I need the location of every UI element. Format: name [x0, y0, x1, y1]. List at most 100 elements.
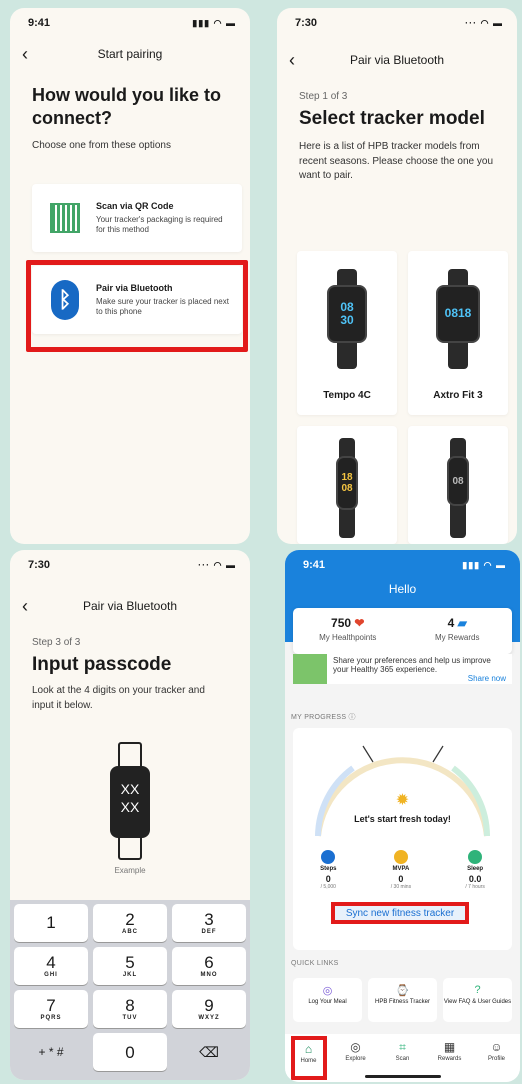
steps-icon [321, 850, 336, 864]
watch-digits-bottom: XX [120, 799, 140, 816]
points-card: 750 ❤ My Healthpoints 4 ▰ My Rewards [293, 608, 512, 654]
select-tracker-screen: 7:30 ··· ◠ ▬ ‹ Pair via Bluetooth Step 1… [277, 8, 517, 544]
key-7[interactable]: 7 PQRS [14, 990, 88, 1028]
nav-title: Pair via Bluetooth [349, 53, 445, 67]
key-4[interactable]: 4 GHI [14, 947, 88, 985]
stat-sleep[interactable]: Sleep 0.0 / 7 hours [465, 850, 485, 890]
page-heading: Input passcode [32, 653, 172, 675]
key-0[interactable]: 0 [93, 1033, 167, 1071]
key-2[interactable]: 2 ABC [93, 904, 167, 942]
nav-bar: ‹ Pair via Bluetooth [10, 590, 250, 622]
rewards[interactable]: 4 ▰ My Rewards [403, 608, 513, 654]
gift-icon: ▦ [443, 1040, 456, 1054]
home-icon: ⌂ [304, 1042, 313, 1056]
key-3[interactable]: 3 DEF [172, 904, 246, 942]
page-heading: Select tracker model [299, 107, 485, 129]
quick-link-fitness-tracker[interactable]: ⌚ HPB Fitness Tracker [368, 978, 437, 1022]
quick-links: ◎ Log Your Meal ⌚ HPB Fitness Tracker ? … [293, 978, 512, 1022]
rewards-value: 4 [447, 616, 455, 630]
watch-image: 18 08 [336, 456, 358, 510]
progress-section-label: MY PROGRESS ⓘ [291, 714, 356, 721]
ticket-icon: ▰ [457, 616, 467, 630]
back-icon[interactable]: ‹ [289, 50, 295, 71]
healthpoints-label: My Healthpoints [319, 633, 377, 642]
option-desc: Your tracker's packaging is required for… [96, 214, 223, 234]
progress-stats: Steps 0 / 5,000 MVPA 0 / 30 mins Sleep 0… [293, 850, 512, 890]
quick-links-label: QUICK LINKS [291, 960, 339, 967]
heart-icon: ❤ [354, 616, 365, 630]
status-icons: ··· ◠ ▬ [198, 559, 236, 570]
tab-home[interactable]: ⌂ Home [290, 1036, 327, 1080]
nav-title: Pair via Bluetooth [82, 599, 178, 613]
back-icon[interactable]: ‹ [22, 596, 28, 617]
watch-image: 08 [447, 456, 469, 506]
start-pairing-screen: 9:41 ▮▮▮ ◠ ▬ ‹ Start pairing How would y… [10, 8, 250, 544]
step-label: Step 3 of 3 [32, 637, 81, 648]
key-8[interactable]: 8 TUV [93, 990, 167, 1028]
sync-tracker-button[interactable]: Sync new fitness tracker [331, 902, 469, 924]
tracker-card-tempo-4c[interactable]: 08 30 Tempo 4C [297, 251, 397, 415]
key-1[interactable]: 1 [14, 904, 88, 942]
option-title: Pair via Bluetooth [96, 282, 173, 293]
progress-message: Let's start fresh today! [354, 814, 451, 824]
page-desc: Look at the 4 digits on your tracker and… [32, 685, 205, 711]
backspace-icon: ⌫ [199, 1044, 219, 1060]
quick-link-faq[interactable]: ? View FAQ & User Guides [443, 978, 512, 1022]
watch-digits-top: XX [120, 781, 140, 797]
input-passcode-screen: 7:30 ··· ◠ ▬ ‹ Pair via Bluetooth Step 3… [10, 550, 250, 1080]
watch-icon: ⌚ [395, 985, 410, 997]
tracker-card-axtro-fit-3[interactable]: 0818 Axtro Fit 3 [408, 251, 508, 415]
banner-image [293, 654, 327, 684]
stat-steps[interactable]: Steps 0 / 5,000 [320, 850, 336, 890]
example-watch: XX XX [110, 742, 150, 860]
back-icon[interactable]: ‹ [22, 44, 28, 65]
watch-image: 0818 [436, 285, 480, 343]
option-desc: Make sure your tracker is placed next to… [96, 296, 229, 316]
feedback-banner[interactable]: Share your preferences and help us impro… [293, 654, 512, 684]
status-icons: ▮▮▮ ◠ ▬ [462, 559, 506, 570]
status-icons: ▮▮▮ ◠ ▬ [192, 17, 236, 28]
status-bar: 7:30 ··· ◠ ▬ [277, 8, 517, 38]
status-time: 9:41 [303, 559, 326, 571]
page-heading: How would you like to connect? [32, 85, 221, 128]
key-9[interactable]: 9 WXYZ [172, 990, 246, 1028]
help-icon: ? [474, 984, 481, 996]
profile-icon: ☺ [490, 1040, 503, 1054]
stat-mvpa[interactable]: MVPA 0 / 30 mins [391, 850, 411, 890]
banner-text: Share your preferences and help us impro… [333, 655, 491, 674]
tracker-name: Tempo 4C [323, 390, 371, 401]
nav-bar: ‹ Start pairing [10, 38, 250, 70]
status-bar: 9:41 ▮▮▮ ◠ ▬ [10, 8, 250, 38]
sun-icon: ✹ [395, 792, 410, 809]
step-label: Step 1 of 3 [299, 91, 348, 102]
status-icons: ··· ◠ ▬ [465, 17, 503, 28]
page-desc: Here is a list of HPB tracker models fro… [299, 141, 494, 182]
mvpa-icon [393, 850, 408, 864]
tab-profile[interactable]: ☺ Profile [479, 1040, 515, 1082]
sleep-icon [468, 850, 483, 864]
status-time: 9:41 [28, 17, 51, 29]
status-bar: 7:30 ··· ◠ ▬ [10, 550, 250, 580]
nav-title: Start pairing [97, 47, 163, 61]
nav-bar: ‹ Pair via Bluetooth [277, 44, 517, 76]
healthpoints[interactable]: 750 ❤ My Healthpoints [293, 608, 403, 654]
status-bar: 9:41 ▮▮▮ ◠ ▬ [285, 550, 520, 580]
share-now-link[interactable]: Share now [333, 674, 506, 683]
pair-bluetooth-option[interactable]: ᛒ Pair via Bluetooth Make sure your trac… [32, 266, 242, 334]
tracker-card-3[interactable]: 18 08 [297, 426, 397, 544]
qr-code-icon [50, 199, 80, 237]
example-label: Example [114, 866, 146, 875]
quick-link-log-meal[interactable]: ◎ Log Your Meal [293, 978, 362, 1022]
scan-qr-option[interactable]: Scan via QR Code Your tracker's packagin… [32, 184, 242, 252]
home-screen: 9:41 ▮▮▮ ◠ ▬ Hello 750 ❤ My Healthpoints… [285, 550, 520, 1082]
key-5[interactable]: 5 JKL [93, 947, 167, 985]
backspace-key[interactable]: ⌫ [172, 1033, 246, 1071]
healthpoints-value: 750 [331, 616, 352, 630]
key-symbols[interactable]: + * # [14, 1033, 88, 1071]
scan-icon: ⌗ [399, 1040, 406, 1054]
key-6[interactable]: 6 MNO [172, 947, 246, 985]
rewards-label: My Rewards [435, 633, 480, 642]
status-time: 7:30 [295, 17, 318, 29]
tracker-card-4[interactable]: 08 [408, 426, 508, 544]
bluetooth-icon: ᛒ [50, 280, 80, 320]
